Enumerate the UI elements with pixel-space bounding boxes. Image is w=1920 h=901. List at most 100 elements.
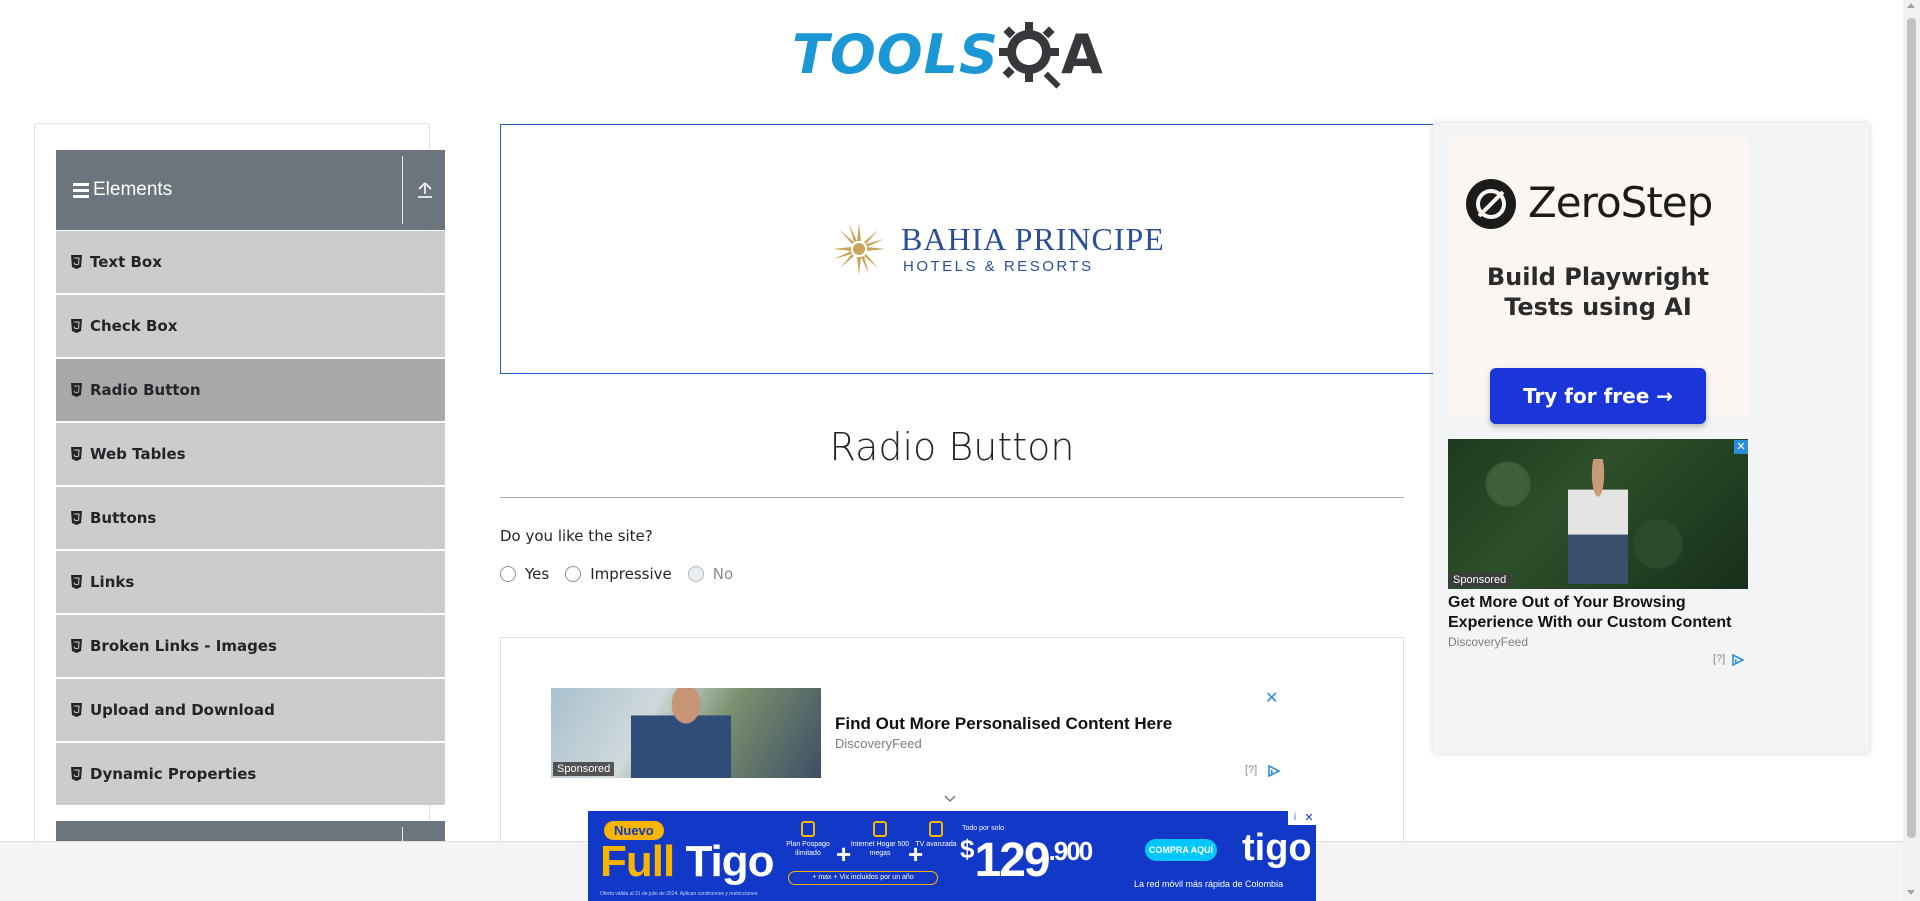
banner-ad[interactable]: BAHIA PRINCIPE HOTELS & RESORTS [500,124,1434,374]
close-icon[interactable]: ✕ [1302,811,1316,825]
ad-brand-full: Full [600,837,675,886]
sidebar-item-label: Buttons [90,509,157,527]
sidebar-item-upload-download[interactable]: Upload and Download [56,679,445,741]
question-text: Do you like the site? [500,527,653,545]
price-currency: $ [960,834,975,864]
sidebar-item-label: Links [90,573,135,591]
logo-text-tools: TOOLS [792,22,999,86]
sidebar-item-broken-links[interactable]: Broken Links - Images [56,615,445,677]
sidebar-item-label: Broken Links - Images [90,637,277,655]
radio-circle[interactable] [565,566,582,582]
html5-icon [71,511,82,525]
sidebar-item-label: Web Tables [90,445,186,463]
price-prefix: Todo por solo [962,825,1005,832]
try-for-free-button[interactable]: Try for free → [1490,368,1706,424]
sidebar-item-text-box[interactable]: Text Box [56,231,445,293]
radio-impressive[interactable]: Impressive [565,565,672,583]
ad-source: DiscoveryFeed [835,736,922,751]
html5-icon [71,319,82,333]
ad-brand: Full Tigo [600,837,775,887]
feature-label: Plan Pospago ilimitado [786,841,830,857]
ad-photo[interactable] [1448,439,1748,589]
header-divider [402,156,403,224]
sidebar-item-label: Radio Button [90,381,201,399]
sidebar-item-web-tables[interactable]: Web Tables [56,423,445,485]
bottom-ad-banner[interactable]: Nuevo Full Tigo Plan Pospago ilimitado +… [588,811,1316,901]
tigo-logo: tigo [1242,827,1312,869]
ad-help-link[interactable]: [?] [1713,653,1725,665]
sidebar-item-radio-button[interactable]: Radio Button [56,359,445,421]
html5-icon [71,639,82,653]
phone-icon [801,821,815,837]
zerostep-tagline-1: Build Playwright [1486,263,1710,291]
tv-icon [929,821,943,837]
sidebar-item-label: Upload and Download [90,701,275,719]
included-pill: + max + Vix incluidos por un año [788,871,938,885]
sidebar-item-label: Text Box [90,253,162,271]
page-title: Radio Button [829,425,1075,469]
wifi-icon [873,821,887,837]
left-panel: Elements Text Box Check Box Radio Button [34,123,445,901]
ad-source: DiscoveryFeed [1448,635,1529,649]
gear-magnifier-icon [998,22,1061,89]
adchoices-icon[interactable] [1267,764,1281,778]
banner-brand-subtitle: HOTELS & RESORTS [903,258,1094,275]
sponsored-badge: Sponsored [553,762,615,776]
close-icon[interactable]: ✕ [1265,688,1278,707]
zerostep-ad[interactable]: ZeroStep Build Playwright Tests using AI… [1448,138,1748,424]
radio-circle[interactable] [500,566,516,582]
scroll-down-arrow[interactable] [1907,890,1915,895]
radio-label[interactable]: Impressive [590,565,672,583]
sidebar-item-dynamic-properties[interactable]: Dynamic Properties [56,743,445,805]
zerostep-tagline-2: Tests using AI [1504,293,1692,321]
feature-label: TV avanzada [915,841,957,848]
logo-text-a: A [1060,22,1103,86]
feature-internet: Internet Hogar 500 megas [850,821,910,858]
fine-print: Oferta válida al 31 de julio de 2024. Ap… [600,891,759,897]
ad-brand-tigo: Tigo [685,837,774,886]
feature-label: Internet Hogar 500 megas [850,841,910,857]
ad-headline[interactable]: Find Out More Personalised Content Here [835,714,1172,734]
menu-icon [73,182,89,198]
price: $129.900 [960,833,1094,888]
sidebar-item-links[interactable]: Links [56,551,445,613]
info-icon[interactable]: i [1288,811,1302,825]
sidebar-item-label: Check Box [90,317,178,335]
close-icon[interactable]: ✕ [1734,440,1748,454]
html5-icon [71,575,82,589]
scroll-up-arrow[interactable] [1907,3,1915,8]
ad-help-link[interactable]: [?] [1245,764,1257,776]
html5-icon [71,703,82,717]
plus-sign: + [836,839,852,869]
zerostep-logo-icon [1466,179,1516,229]
radio-yes[interactable]: Yes [500,565,549,583]
ad-headline[interactable]: Get More Out of Your Browsing Experience… [1448,593,1748,633]
sidebar-item-label: Dynamic Properties [90,765,257,783]
sponsored-badge: Sponsored [1449,573,1511,587]
adchoices-icon[interactable] [1731,653,1745,667]
sidebar-item-check-box[interactable]: Check Box [56,295,445,357]
buy-button[interactable]: COMPRA AQUÍ [1145,839,1217,861]
sidebar-item-buttons[interactable]: Buttons [56,487,445,549]
feature-tv: TV avanzada [906,821,966,849]
feature-plan: Plan Pospago ilimitado [778,821,838,858]
zerostep-brand: ZeroStep [1528,178,1713,227]
group-title: Elements [93,179,173,200]
site-logo[interactable]: TOOLS A [792,14,1114,94]
elements-menu: Text Box Check Box Radio Button Web Tabl… [56,231,445,807]
radio-no: No [687,565,733,583]
ad-slogan: La red móvil más rápida de Colombia [1134,879,1284,889]
sun-logo-icon [833,223,885,275]
elements-group-header[interactable]: Elements [56,150,445,230]
radio-label[interactable]: Yes [525,565,549,583]
price-cents: .900 [1048,836,1094,866]
html5-icon [71,447,82,461]
radio-group: Yes Impressive No [500,565,749,583]
scrollbar-thumb[interactable] [1907,18,1916,838]
collapse-upload-icon[interactable] [416,180,434,200]
html5-icon [71,767,82,781]
radio-circle [687,566,704,582]
chevron-down-icon[interactable] [943,794,957,804]
vertical-scrollbar[interactable] [1903,0,1920,901]
html5-icon [71,383,82,397]
